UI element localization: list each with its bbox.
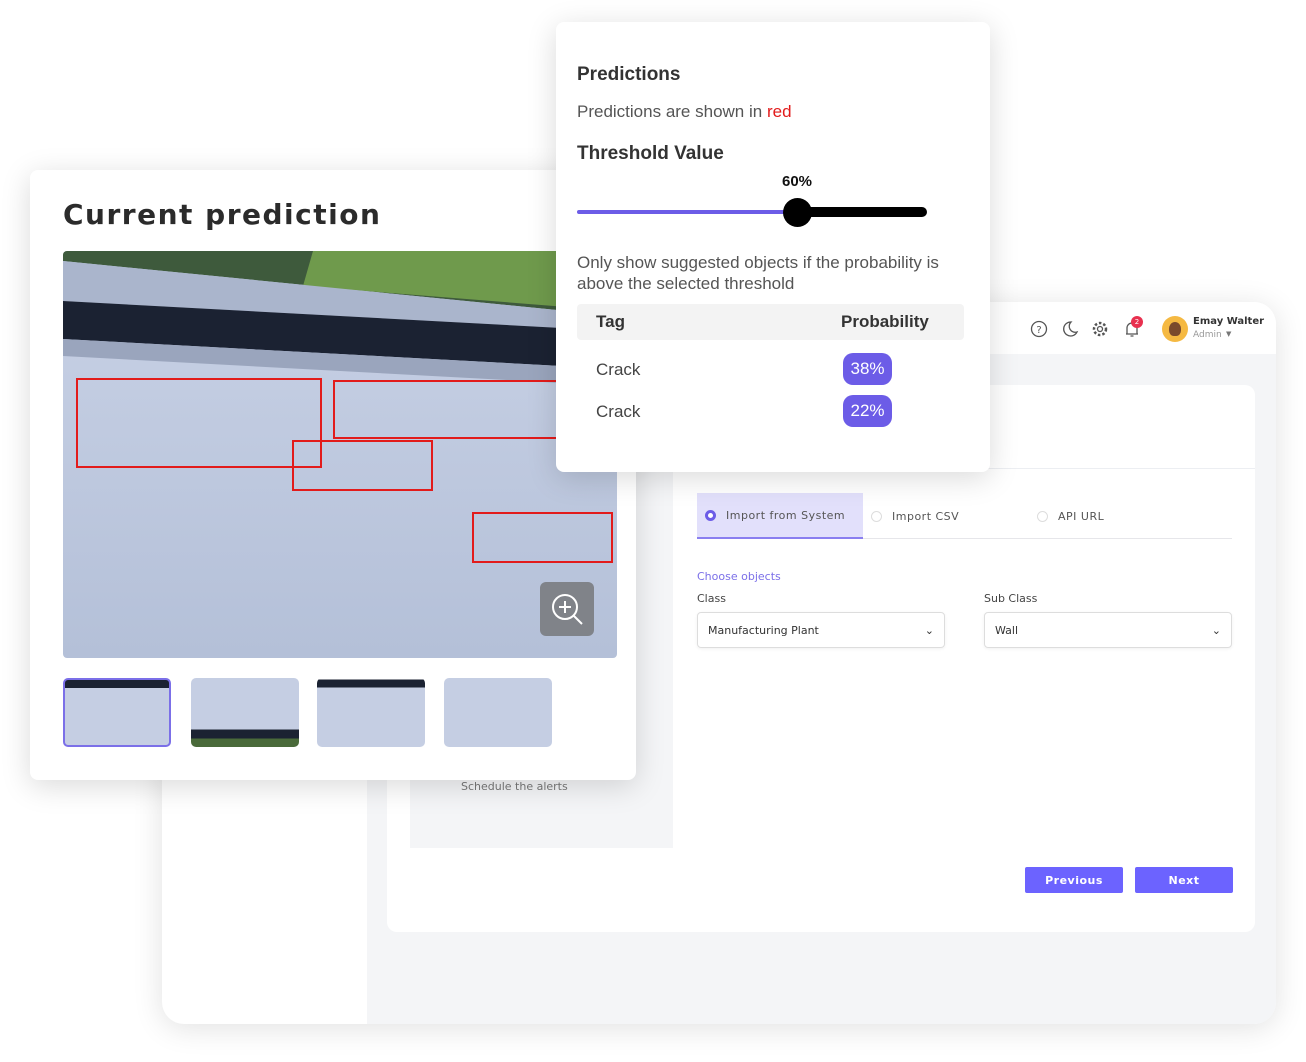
tab-api-url[interactable]: API URL (1029, 493, 1195, 539)
probability-badge: 38% (843, 353, 892, 385)
subtitle-highlight: red (766, 102, 792, 121)
subtitle-text: Predictions are shown in (577, 102, 763, 121)
moon-icon[interactable] (1061, 320, 1079, 338)
current-prediction-card: Current prediction (30, 170, 636, 780)
help-icon[interactable]: ? (1030, 320, 1048, 338)
class-value: Manufacturing Plant (708, 623, 819, 637)
notification-badge: 2 (1131, 316, 1143, 328)
predictions-popup: Predictions Predictions are shown in red… (556, 22, 990, 472)
chevron-down-icon: ⌄ (1211, 623, 1221, 637)
next-button[interactable]: Next (1135, 867, 1233, 893)
zoom-button[interactable] (540, 582, 594, 636)
tag-cell: Crack (596, 402, 641, 421)
thumbnail[interactable] (317, 678, 425, 747)
class-label: Class (697, 592, 726, 605)
thumbnail[interactable] (63, 678, 171, 747)
table-header: Tag Probability (577, 304, 964, 340)
section-title: Choose objects (697, 570, 781, 583)
thumbnail[interactable] (444, 678, 552, 747)
threshold-slider[interactable] (577, 198, 927, 227)
slider-fill (577, 210, 797, 214)
column-header-probability: Probability (841, 312, 929, 331)
tab-label: Import from System (726, 508, 846, 522)
threshold-value-label: 60% (782, 173, 813, 190)
prediction-box[interactable] (292, 440, 433, 491)
class-select[interactable]: Manufacturing Plant ⌄ (697, 612, 945, 648)
tab-import-from-system[interactable]: Import from System (697, 493, 863, 539)
svg-text:?: ? (1036, 325, 1041, 336)
subclass-select[interactable]: Wall ⌄ (984, 612, 1232, 648)
slider-thumb[interactable] (783, 198, 812, 227)
previous-button[interactable]: Previous (1025, 867, 1123, 893)
tab-label: Import CSV (892, 509, 960, 523)
card-title: Current prediction (63, 198, 382, 231)
gear-icon[interactable] (1091, 320, 1109, 338)
prediction-image (63, 251, 617, 658)
column-header-tag: Tag (596, 312, 625, 331)
subclass-label: Sub Class (984, 592, 1038, 605)
slider-track (797, 207, 927, 217)
threshold-title: Threshold Value (577, 143, 724, 164)
chevron-down-icon[interactable]: ▼ (1226, 330, 1231, 338)
subclass-value: Wall (995, 623, 1019, 637)
radio-icon (1037, 510, 1048, 522)
radio-icon (871, 510, 882, 522)
zoom-in-icon (552, 594, 583, 625)
popup-subtitle: Predictions are shown in red (577, 102, 792, 122)
prediction-box[interactable] (472, 512, 613, 563)
prediction-box[interactable] (76, 378, 322, 468)
radio-selected-icon (705, 509, 716, 521)
tab-import-csv[interactable]: Import CSV (863, 493, 1029, 539)
tab-label: API URL (1058, 509, 1105, 523)
user-role[interactable]: Admin (1193, 330, 1222, 340)
thumbnail[interactable] (191, 678, 299, 747)
threshold-description: Only show suggested objects if the proba… (577, 253, 939, 293)
chevron-down-icon: ⌄ (924, 623, 934, 637)
user-name[interactable]: Emay Walter (1193, 316, 1264, 327)
tag-cell: Crack (596, 360, 641, 379)
popup-title: Predictions (577, 64, 681, 85)
schedule-alerts-step[interactable]: Schedule the alerts (461, 780, 568, 793)
probability-badge: 22% (843, 395, 892, 427)
avatar[interactable] (1162, 316, 1188, 342)
